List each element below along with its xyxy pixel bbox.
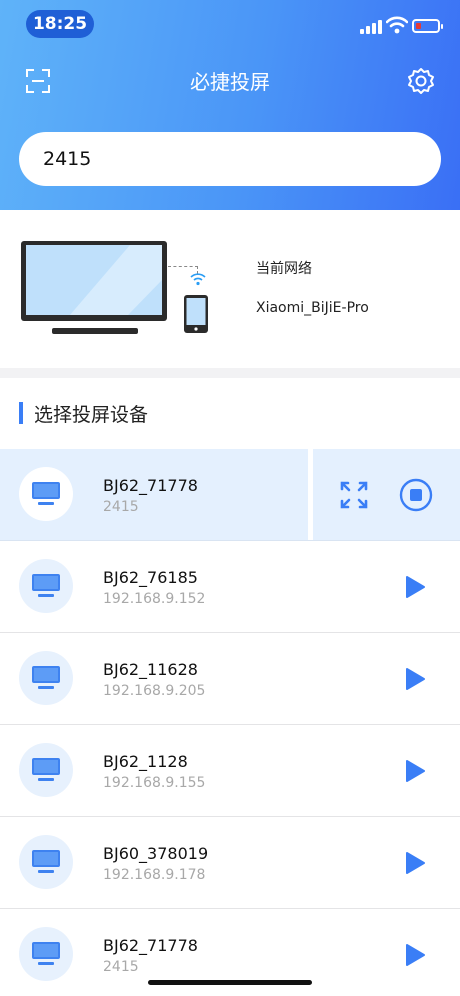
wifi-signal-icon [190, 273, 206, 286]
home-indicator[interactable] [148, 980, 312, 985]
tv-stand [52, 328, 138, 334]
play-icon[interactable] [404, 759, 426, 783]
device-row[interactable]: BJ62_11628 192.168.9.205 [0, 633, 460, 725]
monitor-icon [19, 651, 73, 705]
gear-icon[interactable] [407, 67, 435, 95]
device-name: BJ62_71778 [103, 476, 198, 495]
device-name: BJ60_378019 [103, 844, 209, 863]
device-address: 192.168.9.152 [103, 591, 206, 607]
network-name: Xiaomi_BiJiE-Pro [256, 300, 369, 316]
device-row[interactable]: BJ62_71778 2415 [0, 449, 460, 541]
fullscreen-icon[interactable] [340, 481, 368, 509]
battery-icon [412, 19, 443, 33]
header: 18:25 必捷投屏 [0, 0, 460, 210]
device-address: 192.168.9.205 [103, 683, 206, 699]
device-row[interactable]: BJ60_378019 192.168.9.178 [0, 817, 460, 909]
stop-icon[interactable] [399, 478, 433, 512]
phone-illustration [184, 295, 208, 333]
play-icon[interactable] [404, 575, 426, 599]
play-icon[interactable] [404, 667, 426, 691]
device-row[interactable]: BJ62_1128 192.168.9.155 [0, 725, 460, 817]
device-name: BJ62_1128 [103, 752, 188, 771]
status-bar: 18:25 [0, 0, 460, 48]
monitor-icon [19, 835, 73, 889]
device-address: 2415 [103, 499, 139, 515]
search-input[interactable] [19, 132, 441, 186]
device-address: 192.168.9.178 [103, 867, 206, 883]
signal-icon [360, 20, 384, 34]
page-title: 必捷投屏 [190, 70, 270, 94]
scan-icon[interactable] [26, 69, 50, 93]
status-time: 18:25 [26, 10, 94, 38]
section-title: 选择投屏设备 [34, 404, 149, 426]
monitor-icon [19, 467, 73, 521]
tv-illustration [21, 241, 167, 321]
device-name: BJ62_76185 [103, 568, 198, 587]
monitor-icon [19, 559, 73, 613]
device-row[interactable]: BJ62_76185 192.168.9.152 [0, 541, 460, 633]
device-address: 192.168.9.155 [103, 775, 206, 791]
network-label: 当前网络 [256, 261, 312, 277]
wifi-icon [386, 16, 408, 34]
device-address: 2415 [103, 959, 139, 975]
play-icon[interactable] [404, 943, 426, 967]
monitor-icon [19, 927, 73, 981]
section-accent [19, 402, 23, 424]
monitor-icon [19, 743, 73, 797]
play-icon[interactable] [404, 851, 426, 875]
device-name: BJ62_71778 [103, 936, 198, 955]
device-name: BJ62_11628 [103, 660, 198, 679]
